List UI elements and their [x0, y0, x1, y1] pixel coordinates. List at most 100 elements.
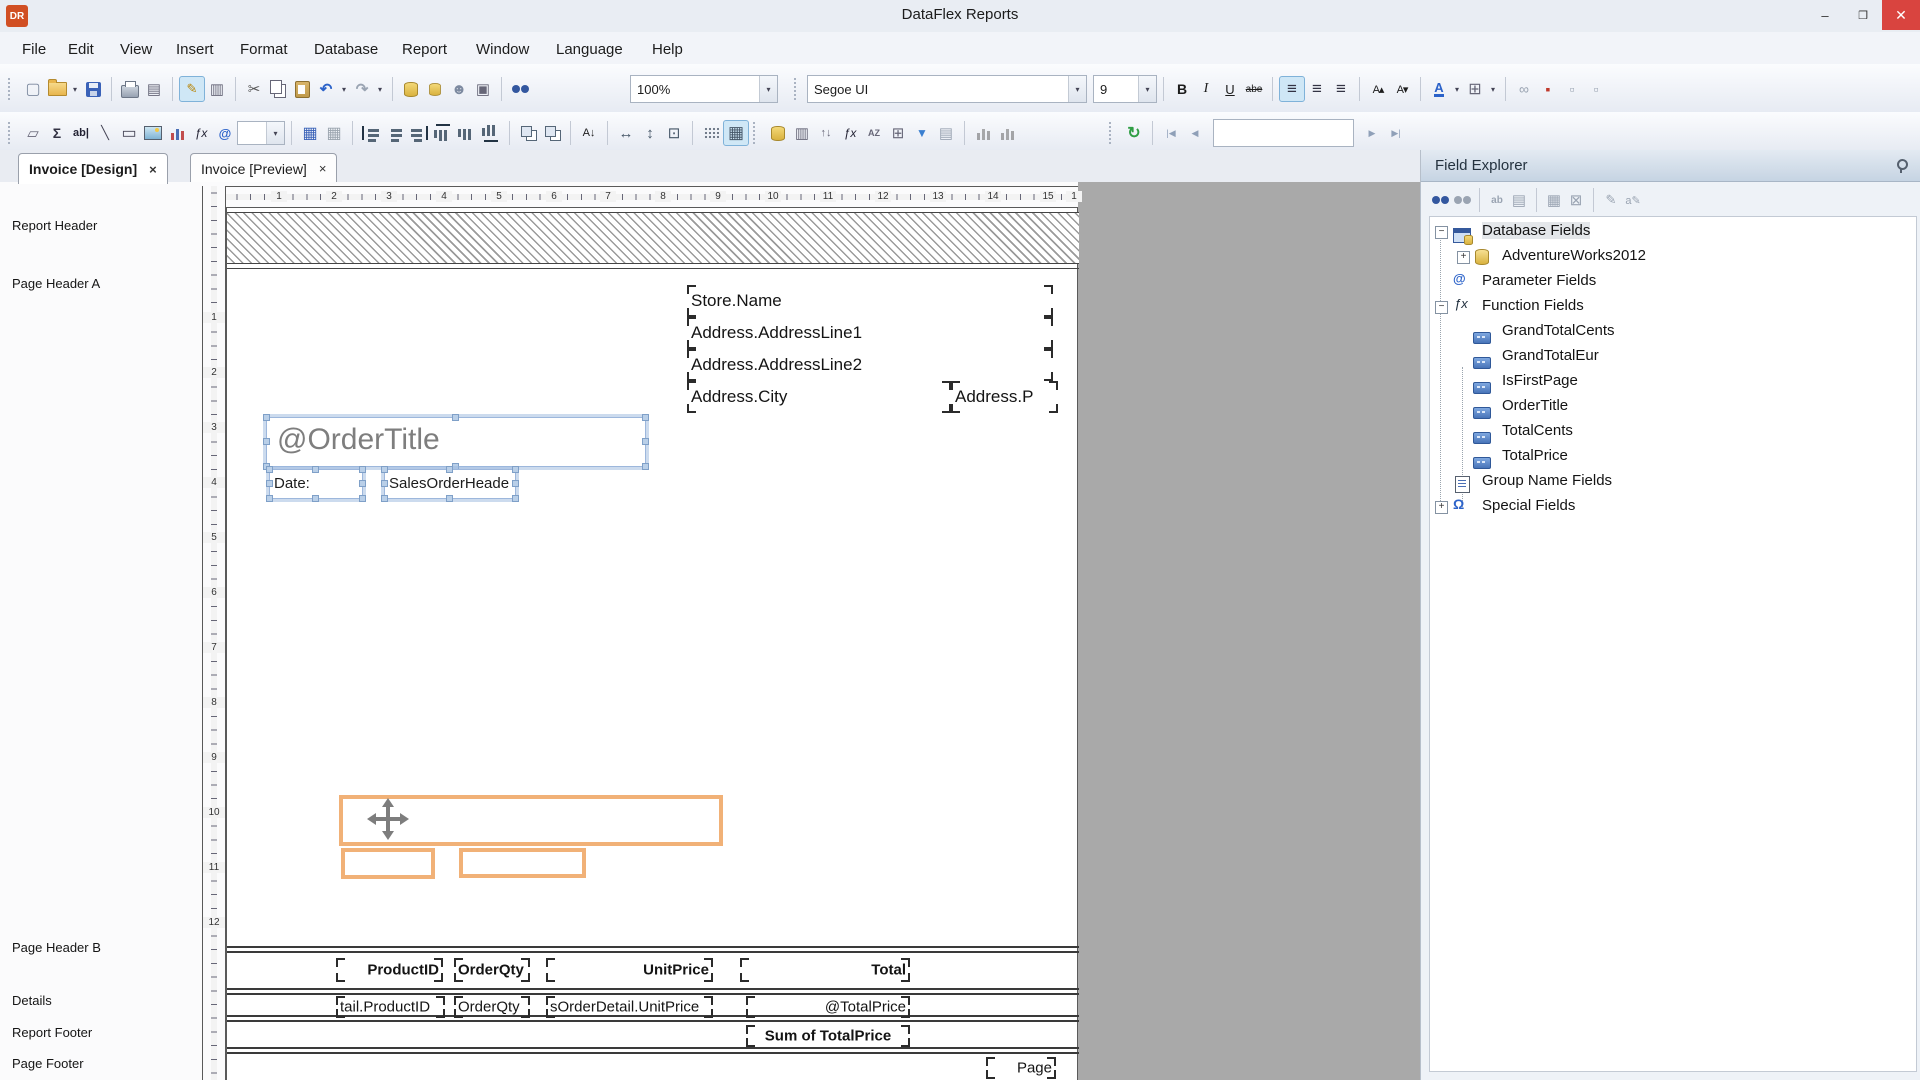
edit-text-button[interactable] [1622, 189, 1644, 211]
field-detail-totalprice[interactable]: @TotalPrice [746, 996, 910, 1018]
browse-data-button[interactable] [1508, 189, 1530, 211]
insert-field-button[interactable] [1543, 189, 1565, 211]
insert-parameter-button[interactable] [213, 121, 237, 145]
section-boundary[interactable] [227, 268, 1079, 269]
toolbar-grip[interactable] [8, 78, 15, 100]
chevron-down-icon[interactable] [1138, 76, 1156, 102]
field-detail-unitprice[interactable]: sOrderDetail.UnitPrice [546, 996, 713, 1018]
align-right-button[interactable] [1329, 77, 1353, 101]
collapse-icon[interactable] [1435, 301, 1448, 314]
tree-item-totalprice[interactable]: TotalPrice [1430, 446, 1916, 468]
login-user-button[interactable] [447, 77, 471, 101]
underline-button[interactable] [1218, 77, 1242, 101]
open-dropdown[interactable] [69, 77, 81, 101]
drag-outline-sales-order[interactable] [459, 848, 586, 878]
field-address-line2[interactable]: Address.AddressLine2 [687, 349, 1053, 381]
report-options-button[interactable] [934, 121, 958, 145]
copy-button[interactable] [266, 77, 290, 101]
maximize-button[interactable] [1844, 0, 1882, 30]
tree-item-isfirstpage[interactable]: IsFirstPage [1430, 371, 1916, 393]
toolbar-grip[interactable] [753, 122, 760, 144]
field-sum-totalprice[interactable]: Sum of TotalPrice [746, 1025, 910, 1047]
chart-expert-button[interactable] [971, 121, 995, 145]
menu-format[interactable]: Format [234, 39, 294, 60]
suppress-button[interactable] [1536, 77, 1560, 101]
redo-dropdown[interactable] [374, 77, 386, 101]
nav-last-button[interactable] [1384, 121, 1408, 145]
chevron-down-icon[interactable] [266, 122, 284, 144]
toolbar-grip[interactable] [794, 78, 801, 100]
section-boundary[interactable] [227, 1047, 1079, 1054]
section-label-page-footer[interactable]: Page Footer [12, 1056, 84, 1071]
nav-first-button[interactable] [1159, 121, 1183, 145]
toolbar-grip[interactable] [8, 122, 15, 144]
grid-options-button[interactable] [699, 121, 723, 145]
align-lefts-button[interactable] [359, 121, 383, 145]
print-preview-button[interactable] [142, 77, 166, 101]
menu-view[interactable]: View [114, 39, 158, 60]
menu-edit[interactable]: Edit [62, 39, 100, 60]
tree-item-special-fields[interactable]: Special Fields [1430, 496, 1916, 518]
fit-height-button[interactable] [638, 121, 662, 145]
record-sort-button[interactable] [814, 121, 838, 145]
report-canvas[interactable]: Store.Name Address.AddressLine1 Address.… [226, 208, 1078, 1080]
nav-page-input[interactable] [1213, 119, 1354, 147]
borders-button[interactable] [1463, 77, 1487, 101]
chevron-down-icon[interactable] [1068, 76, 1086, 102]
sql-query-button[interactable] [790, 121, 814, 145]
same-size-button[interactable] [540, 121, 564, 145]
bold-button[interactable] [1170, 77, 1194, 101]
field-sales-order-header[interactable]: SalesOrderHeade [384, 469, 516, 499]
menu-insert[interactable]: Insert [170, 39, 220, 60]
shrink-font-button[interactable] [1390, 77, 1414, 101]
copy-format-button[interactable] [1560, 77, 1584, 101]
tree-item-grandtotaleur[interactable]: GrandTotalEur [1430, 346, 1916, 368]
chevron-down-icon[interactable] [759, 76, 777, 102]
menu-window[interactable]: Window [470, 39, 535, 60]
window-settings-button[interactable] [471, 77, 495, 101]
align-center-button[interactable] [1305, 77, 1329, 101]
menu-database[interactable]: Database [308, 39, 384, 60]
open-report-button[interactable] [45, 77, 69, 101]
tree-item-totalcents[interactable]: TotalCents [1430, 421, 1916, 443]
tab-close-icon[interactable]: × [319, 161, 327, 176]
tree-item-database-fields[interactable]: Database Fields [1430, 221, 1916, 243]
nav-previous-button[interactable] [1183, 121, 1207, 145]
field-date-label[interactable]: Date: [269, 469, 363, 499]
preview-mode-button[interactable] [205, 77, 229, 101]
insert-box-button[interactable] [117, 121, 141, 145]
section-label-report-footer[interactable]: Report Footer [12, 1025, 92, 1040]
insert-summary-button[interactable] [45, 121, 69, 145]
borders-dropdown[interactable] [1487, 77, 1499, 101]
insert-text-button[interactable] [69, 121, 93, 145]
edit-field-button[interactable] [1600, 189, 1622, 211]
sort-az-button[interactable] [862, 121, 886, 145]
zoom-combobox[interactable]: 100% [630, 75, 778, 103]
object-combobox[interactable] [237, 121, 285, 145]
statistics-button[interactable] [995, 121, 1019, 145]
align-left-button[interactable] [1279, 76, 1305, 102]
database-wizard-button[interactable] [399, 77, 423, 101]
font-size-combobox[interactable]: 9 [1093, 75, 1157, 103]
undo-dropdown[interactable] [338, 77, 350, 101]
align-middles-button[interactable] [455, 121, 479, 145]
menu-language[interactable]: Language [550, 39, 629, 60]
collapse-icon[interactable] [1435, 226, 1448, 239]
toolbar-grip[interactable] [1109, 122, 1116, 144]
tab-close-icon[interactable]: × [149, 162, 157, 177]
select-expert-button[interactable] [910, 121, 934, 145]
font-color-dropdown[interactable] [1451, 77, 1463, 101]
section-label-details[interactable]: Details [12, 993, 52, 1008]
design-mode-button[interactable] [179, 76, 205, 102]
field-address-city[interactable]: Address.City [687, 381, 951, 413]
tree-item-ordertitle[interactable]: OrderTitle [1430, 396, 1916, 418]
strikethrough-button[interactable] [1242, 77, 1266, 101]
pin-icon[interactable] [1895, 159, 1907, 173]
section-label-page-header-a[interactable]: Page Header A [12, 276, 100, 291]
hyperlink-button[interactable] [1512, 77, 1536, 101]
section-boundary[interactable] [227, 988, 1079, 995]
database-expert-button[interactable] [766, 121, 790, 145]
cut-button[interactable] [242, 77, 266, 101]
tree-item-parameter-fields[interactable]: Parameter Fields [1430, 271, 1916, 293]
snap-to-grid-button[interactable] [298, 121, 322, 145]
